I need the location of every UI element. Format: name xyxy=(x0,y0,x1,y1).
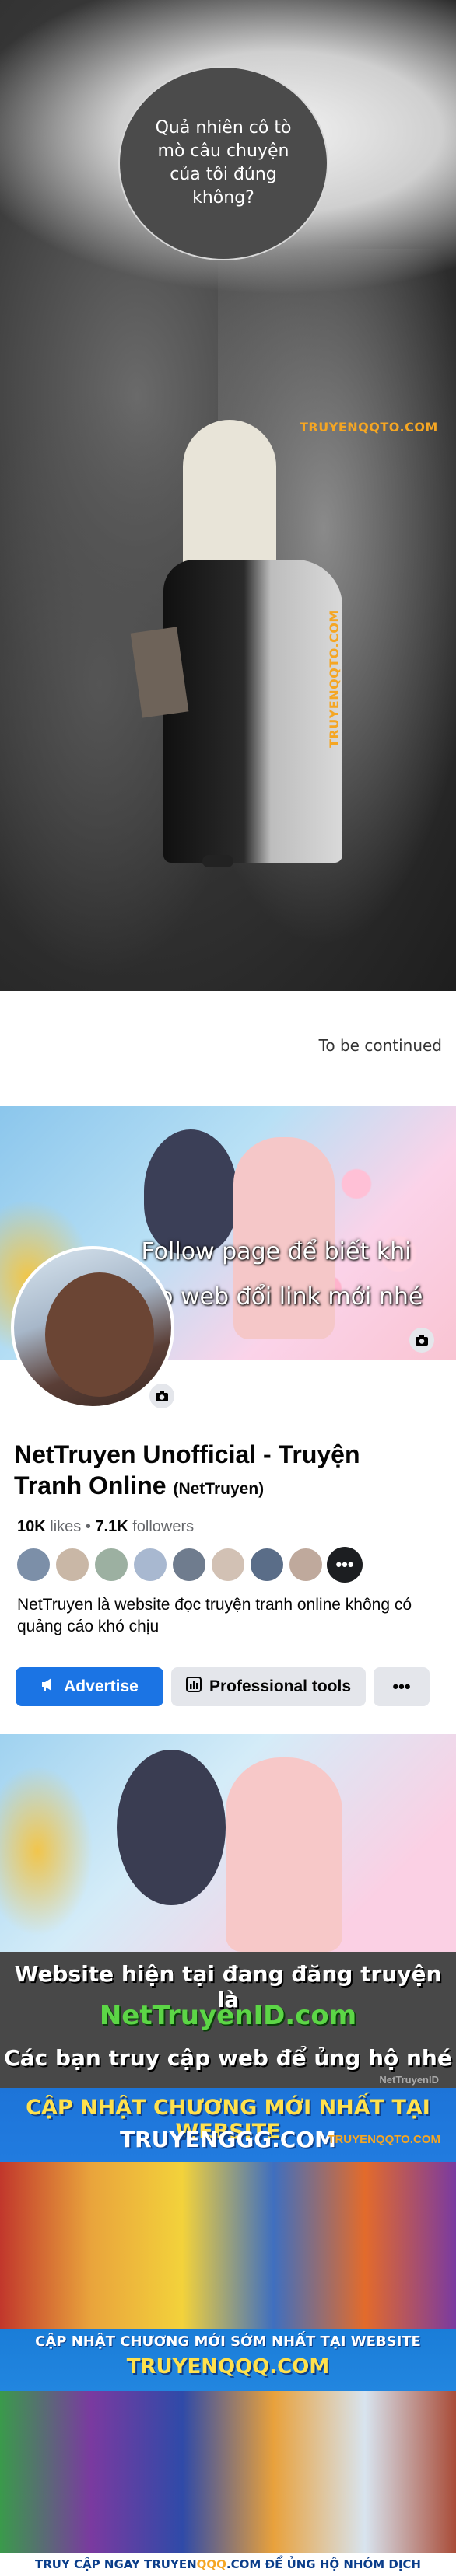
followers-count[interactable]: 7.1K xyxy=(95,1518,128,1535)
cover-caption-line1: Follow page để biết khi xyxy=(141,1238,412,1265)
camera-icon[interactable] xyxy=(148,1382,176,1410)
manga-panel: Quả nhiên cô tò mò câu chuyện của tôi đú… xyxy=(0,0,456,991)
follower-avatar[interactable] xyxy=(171,1547,207,1583)
speech-bubble-text: Quả nhiên cô tò mò câu chuyện của tôi đú… xyxy=(155,118,292,208)
megaphone-icon xyxy=(40,1677,56,1696)
follower-avatar[interactable] xyxy=(16,1547,51,1583)
character-boy xyxy=(144,1129,237,1254)
follower-avatar[interactable] xyxy=(93,1547,129,1583)
character-shoe xyxy=(202,855,233,867)
footer-highlight: QQQ xyxy=(196,2557,226,2571)
continued-section: To be continued xyxy=(0,991,456,1106)
banner3-footer: TRUY CẬP NGAY TRUYENQQQ.COM ĐỂ ỦNG HỘ NH… xyxy=(0,2553,456,2576)
more-followers-button[interactable]: ••• xyxy=(327,1547,363,1583)
advertise-button[interactable]: Advertise xyxy=(16,1667,163,1706)
camera-icon[interactable] xyxy=(409,1328,434,1353)
follower-avatar[interactable] xyxy=(210,1547,246,1583)
leaf-decoration xyxy=(0,1765,93,1936)
page-description: NetTruyen là website đọc truyện tranh on… xyxy=(17,1596,412,1635)
follower-avatar[interactable] xyxy=(54,1547,90,1583)
ad-banner[interactable]: Website hiện tại đang đăng truyện là Net… xyxy=(0,1734,456,2576)
likes-label: likes xyxy=(50,1518,82,1535)
watermark-text: TRUYENQQTO.COM xyxy=(327,609,342,748)
followers-label: followers xyxy=(132,1518,195,1535)
chart-icon xyxy=(185,1677,202,1697)
speech-bubble: Quả nhiên cô tò mò câu chuyện của tôi đú… xyxy=(118,66,328,260)
page-handle: (NetTruyen) xyxy=(173,1480,265,1498)
character-boy xyxy=(117,1750,226,1905)
follower-avatar[interactable] xyxy=(288,1547,324,1583)
advertise-label: Advertise xyxy=(64,1677,139,1695)
banner3-site[interactable]: TRUYENQQQ.COM xyxy=(0,2355,456,2379)
ad-tag: NetTruyenID xyxy=(379,2074,439,2086)
ad-banner-truyenqqq[interactable]: CẬP NHẬT CHƯƠNG MỚI SỚM NHẤT TẠI WEBSITE… xyxy=(0,2329,456,2576)
continued-text: To be continued xyxy=(318,1036,442,1055)
facebook-page-card: Follow page để biết khi nào web đổi link… xyxy=(0,1106,456,1734)
follower-avatar[interactable] xyxy=(249,1547,285,1583)
follower-avatar[interactable] xyxy=(132,1547,168,1583)
page: Quả nhiên cô tò mò câu chuyện của tôi đú… xyxy=(0,0,456,2576)
watermark-text: TRUYENQQTO.COM xyxy=(300,420,438,435)
action-buttons: Advertise Professional tools ••• xyxy=(16,1667,430,1706)
profile-avatar[interactable] xyxy=(11,1246,174,1409)
professional-tools-button[interactable]: Professional tools xyxy=(171,1667,366,1706)
likes-count[interactable]: 10K xyxy=(17,1518,46,1535)
ad-banner-truyenggg[interactable]: CẬP NHẬT CHƯƠNG MỚI NHẤT TẠI WEBSITE TRU… xyxy=(0,2088,456,2329)
stats-separator: • xyxy=(85,1518,91,1535)
ad-site-link[interactable]: NetTruyenID.com xyxy=(0,2000,456,2031)
anime-characters-art xyxy=(0,2162,456,2329)
watermark-text: TRUYENQQTO.COM xyxy=(328,2133,440,2146)
anime-characters-art xyxy=(0,2391,456,2553)
page-title: NetTruyen Unofficial - Truyện Tranh Onli… xyxy=(14,1439,434,1505)
page-stats: 10K likes • 7.1K followers xyxy=(17,1518,194,1536)
follower-avatars: ••• xyxy=(16,1547,363,1583)
ad-line3: Các bạn truy cập web để ủng hộ nhé xyxy=(4,2045,452,2071)
banner3-heading: CẬP NHẬT CHƯƠNG MỚI SỚM NHẤT TẠI WEBSITE xyxy=(35,2333,421,2350)
avatar-hair xyxy=(45,1272,154,1397)
character-girl xyxy=(226,1757,342,1952)
professional-tools-label: Professional tools xyxy=(209,1677,352,1695)
footer-post: .COM ĐỂ ỦNG HỘ NHÓM DỊCH xyxy=(226,2557,421,2571)
character-dress xyxy=(163,560,342,863)
footer-pre: TRUY CẬP NGAY TRUYEN xyxy=(35,2557,197,2571)
ad-artwork xyxy=(0,1734,456,1952)
more-options-button[interactable]: ••• xyxy=(374,1667,430,1706)
